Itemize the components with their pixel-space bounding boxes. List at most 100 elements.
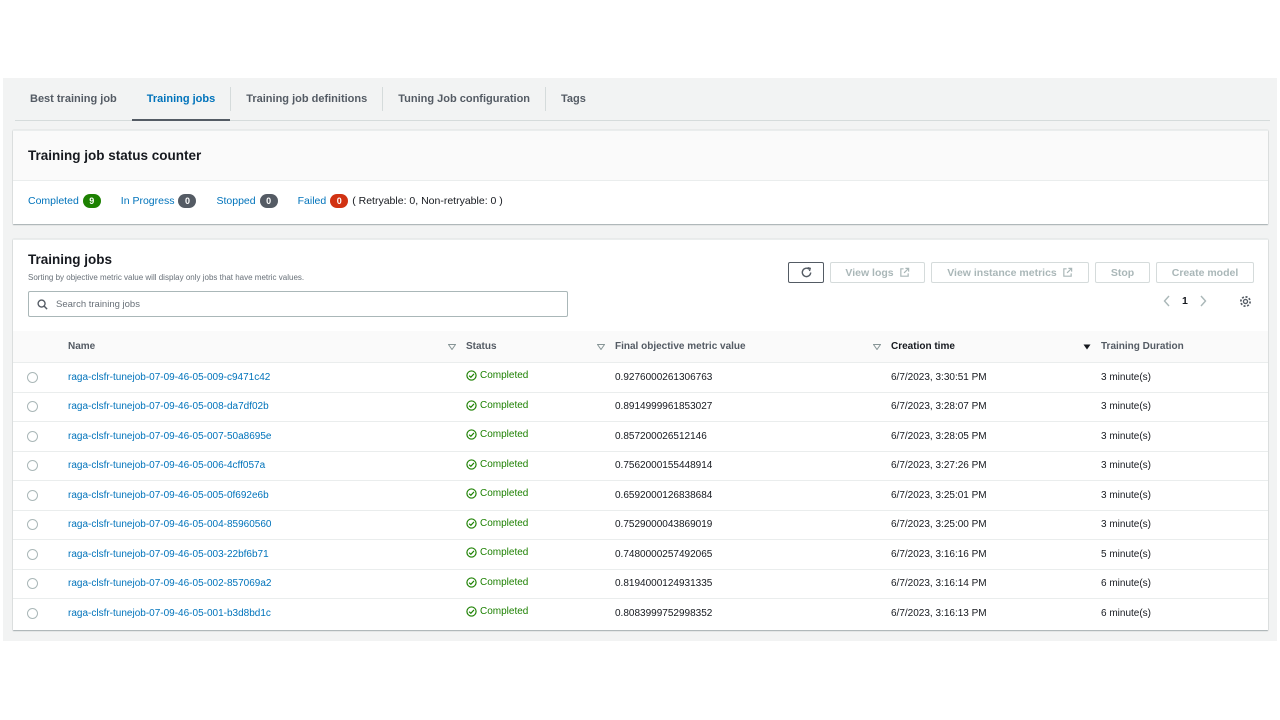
row-radio-button[interactable] <box>27 371 38 383</box>
row-select-cell <box>13 569 68 599</box>
tab-training-job-definitions[interactable]: Training job definitions <box>231 78 382 120</box>
refresh-button[interactable] <box>788 262 824 283</box>
table-row[interactable]: raga-clsfr-tunejob-07-09-46-05-001-b3d8b… <box>13 599 1268 628</box>
status-indicator: Completed <box>466 429 528 440</box>
status-cell: Completed <box>466 451 615 481</box>
training-jobs-table: Name Status Final objective metric value <box>13 331 1268 628</box>
sort-descending-icon[interactable] <box>1083 344 1091 350</box>
table-row[interactable]: raga-clsfr-tunejob-07-09-46-05-007-50a86… <box>13 421 1268 452</box>
row-select-cell <box>13 480 68 511</box>
counter-failed-badge: 0 <box>330 194 349 208</box>
job-name-cell: raga-clsfr-tunejob-07-09-46-05-008-da7df… <box>68 392 466 422</box>
counter-completed: Completed 9 <box>28 194 101 208</box>
sort-icon[interactable] <box>448 343 456 350</box>
creation-time-cell: 6/7/2023, 3:16:14 PM <box>891 569 1101 599</box>
select-column-header <box>13 331 68 363</box>
status-success-icon <box>466 606 477 617</box>
job-name-link[interactable]: raga-clsfr-tunejob-07-09-46-05-007-50a86… <box>68 431 271 442</box>
status-indicator: Completed <box>466 459 528 470</box>
creation-time-column-header[interactable]: Creation time <box>891 331 1101 363</box>
table-row[interactable]: raga-clsfr-tunejob-07-09-46-05-002-85706… <box>13 569 1268 599</box>
job-name-link[interactable]: raga-clsfr-tunejob-07-09-46-05-001-b3d8b… <box>68 608 271 619</box>
tab-training-jobs[interactable]: Training jobs <box>131 78 231 121</box>
counter-completed-link[interactable]: Completed <box>28 195 79 207</box>
table-row[interactable]: raga-clsfr-tunejob-07-09-46-05-003-22bf6… <box>13 539 1268 570</box>
sort-icon[interactable] <box>597 343 605 350</box>
status-text: Completed <box>480 370 529 382</box>
tab-tuning-job-configuration[interactable]: Tuning Job configuration <box>383 78 545 120</box>
row-select-cell <box>13 539 68 570</box>
counter-failed-link[interactable]: Failed <box>298 195 327 207</box>
metric-column-label: Final objective metric value <box>615 341 746 352</box>
search-input[interactable] <box>54 297 538 311</box>
row-radio-button[interactable] <box>27 578 38 590</box>
row-radio-button[interactable] <box>27 489 38 501</box>
create-model-button[interactable]: Create model <box>1156 262 1254 283</box>
name-column-header[interactable]: Name <box>68 331 466 363</box>
status-success-icon <box>466 547 477 558</box>
sort-icon[interactable] <box>873 343 881 350</box>
metric-cell: 0.9276000261306763 <box>615 362 891 393</box>
status-counter-header: Training job status counter <box>13 131 1268 181</box>
job-name-link[interactable]: raga-clsfr-tunejob-07-09-46-05-008-da7df… <box>68 401 269 412</box>
training-jobs-subtitle: Sorting by objective metric value will d… <box>28 273 305 282</box>
chevron-left-icon[interactable] <box>1163 295 1171 307</box>
metric-column-header[interactable]: Final objective metric value <box>615 331 891 363</box>
duration-cell: 3 minute(s) <box>1101 421 1268 452</box>
status-column-header[interactable]: Status <box>466 331 615 363</box>
stop-button[interactable]: Stop <box>1095 262 1150 283</box>
chevron-right-icon[interactable] <box>1199 295 1207 307</box>
view-instance-metrics-button[interactable]: View instance metrics <box>931 262 1089 283</box>
row-radio-button[interactable] <box>27 460 38 472</box>
duration-cell: 6 minute(s) <box>1101 607 1152 619</box>
status-indicator: Completed <box>466 606 528 617</box>
status-cell: Completed <box>466 421 615 452</box>
status-counter-panel: Training job status counter Completed 9 … <box>13 130 1268 224</box>
status-cell: Completed <box>466 362 615 393</box>
table-row[interactable]: raga-clsfr-tunejob-07-09-46-05-005-0f692… <box>13 480 1268 511</box>
name-column-label: Name <box>68 341 96 352</box>
job-name-cell: raga-clsfr-tunejob-07-09-46-05-001-b3d8b… <box>68 599 466 628</box>
duration-cell: 3 minute(s) <box>1101 392 1268 422</box>
table-row[interactable]: raga-clsfr-tunejob-07-09-46-05-008-da7df… <box>13 392 1268 422</box>
job-name-link[interactable]: raga-clsfr-tunejob-07-09-46-05-009-c9471… <box>68 372 270 383</box>
status-text: Completed <box>480 429 529 441</box>
row-select-cell <box>13 451 68 481</box>
row-radio-button[interactable] <box>27 548 38 560</box>
current-page-number[interactable]: 1 <box>1182 295 1188 307</box>
duration-cell: 3 minute(s) <box>1101 510 1268 540</box>
metric-cell: 0.8083999752998352 <box>615 607 713 619</box>
row-radio-button[interactable] <box>27 401 38 413</box>
row-radio-button[interactable] <box>27 519 38 531</box>
status-cell: Completed <box>466 539 615 570</box>
row-select-cell <box>13 392 68 422</box>
creation-time-cell: 6/7/2023, 3:28:07 PM <box>891 392 1101 422</box>
counter-in-progress: In Progress 0 <box>121 194 197 208</box>
duration-cell: 3 minute(s) <box>1101 362 1268 393</box>
search-box <box>28 291 568 317</box>
table-row[interactable]: raga-clsfr-tunejob-07-09-46-05-004-85960… <box>13 510 1268 540</box>
refresh-icon <box>801 267 811 278</box>
counter-stopped-link[interactable]: Stopped <box>216 195 255 207</box>
table-row[interactable]: raga-clsfr-tunejob-07-09-46-05-006-4cff0… <box>13 451 1268 481</box>
status-column-label: Status <box>466 341 497 352</box>
counter-in-progress-link[interactable]: In Progress <box>121 195 175 207</box>
view-logs-button[interactable]: View logs <box>830 262 925 283</box>
job-name-link[interactable]: raga-clsfr-tunejob-07-09-46-05-002-85706… <box>68 578 271 589</box>
counter-failed: Failed 0 ( Retryable: 0, Non-retryable: … <box>298 194 503 208</box>
job-name-link[interactable]: raga-clsfr-tunejob-07-09-46-05-004-85960… <box>68 519 271 530</box>
row-select-cell <box>13 421 68 452</box>
preferences-button[interactable] <box>1239 295 1252 313</box>
job-name-link[interactable]: raga-clsfr-tunejob-07-09-46-05-005-0f692… <box>68 490 269 501</box>
row-radio-button[interactable] <box>27 607 38 619</box>
status-success-icon <box>466 429 477 440</box>
table-row[interactable]: raga-clsfr-tunejob-07-09-46-05-009-c9471… <box>13 362 1268 393</box>
tab-tags[interactable]: Tags <box>546 78 601 120</box>
job-name-link[interactable]: raga-clsfr-tunejob-07-09-46-05-003-22bf6… <box>68 549 269 560</box>
counter-completed-badge: 9 <box>82 194 101 208</box>
creation-time-cell: 6/7/2023, 3:16:16 PM <box>891 539 1101 570</box>
tab-best-training-job[interactable]: Best training job <box>15 78 132 120</box>
row-radio-button[interactable] <box>27 430 38 442</box>
job-name-link[interactable]: raga-clsfr-tunejob-07-09-46-05-006-4cff0… <box>68 460 265 471</box>
counter-stopped-badge: 0 <box>259 194 278 208</box>
